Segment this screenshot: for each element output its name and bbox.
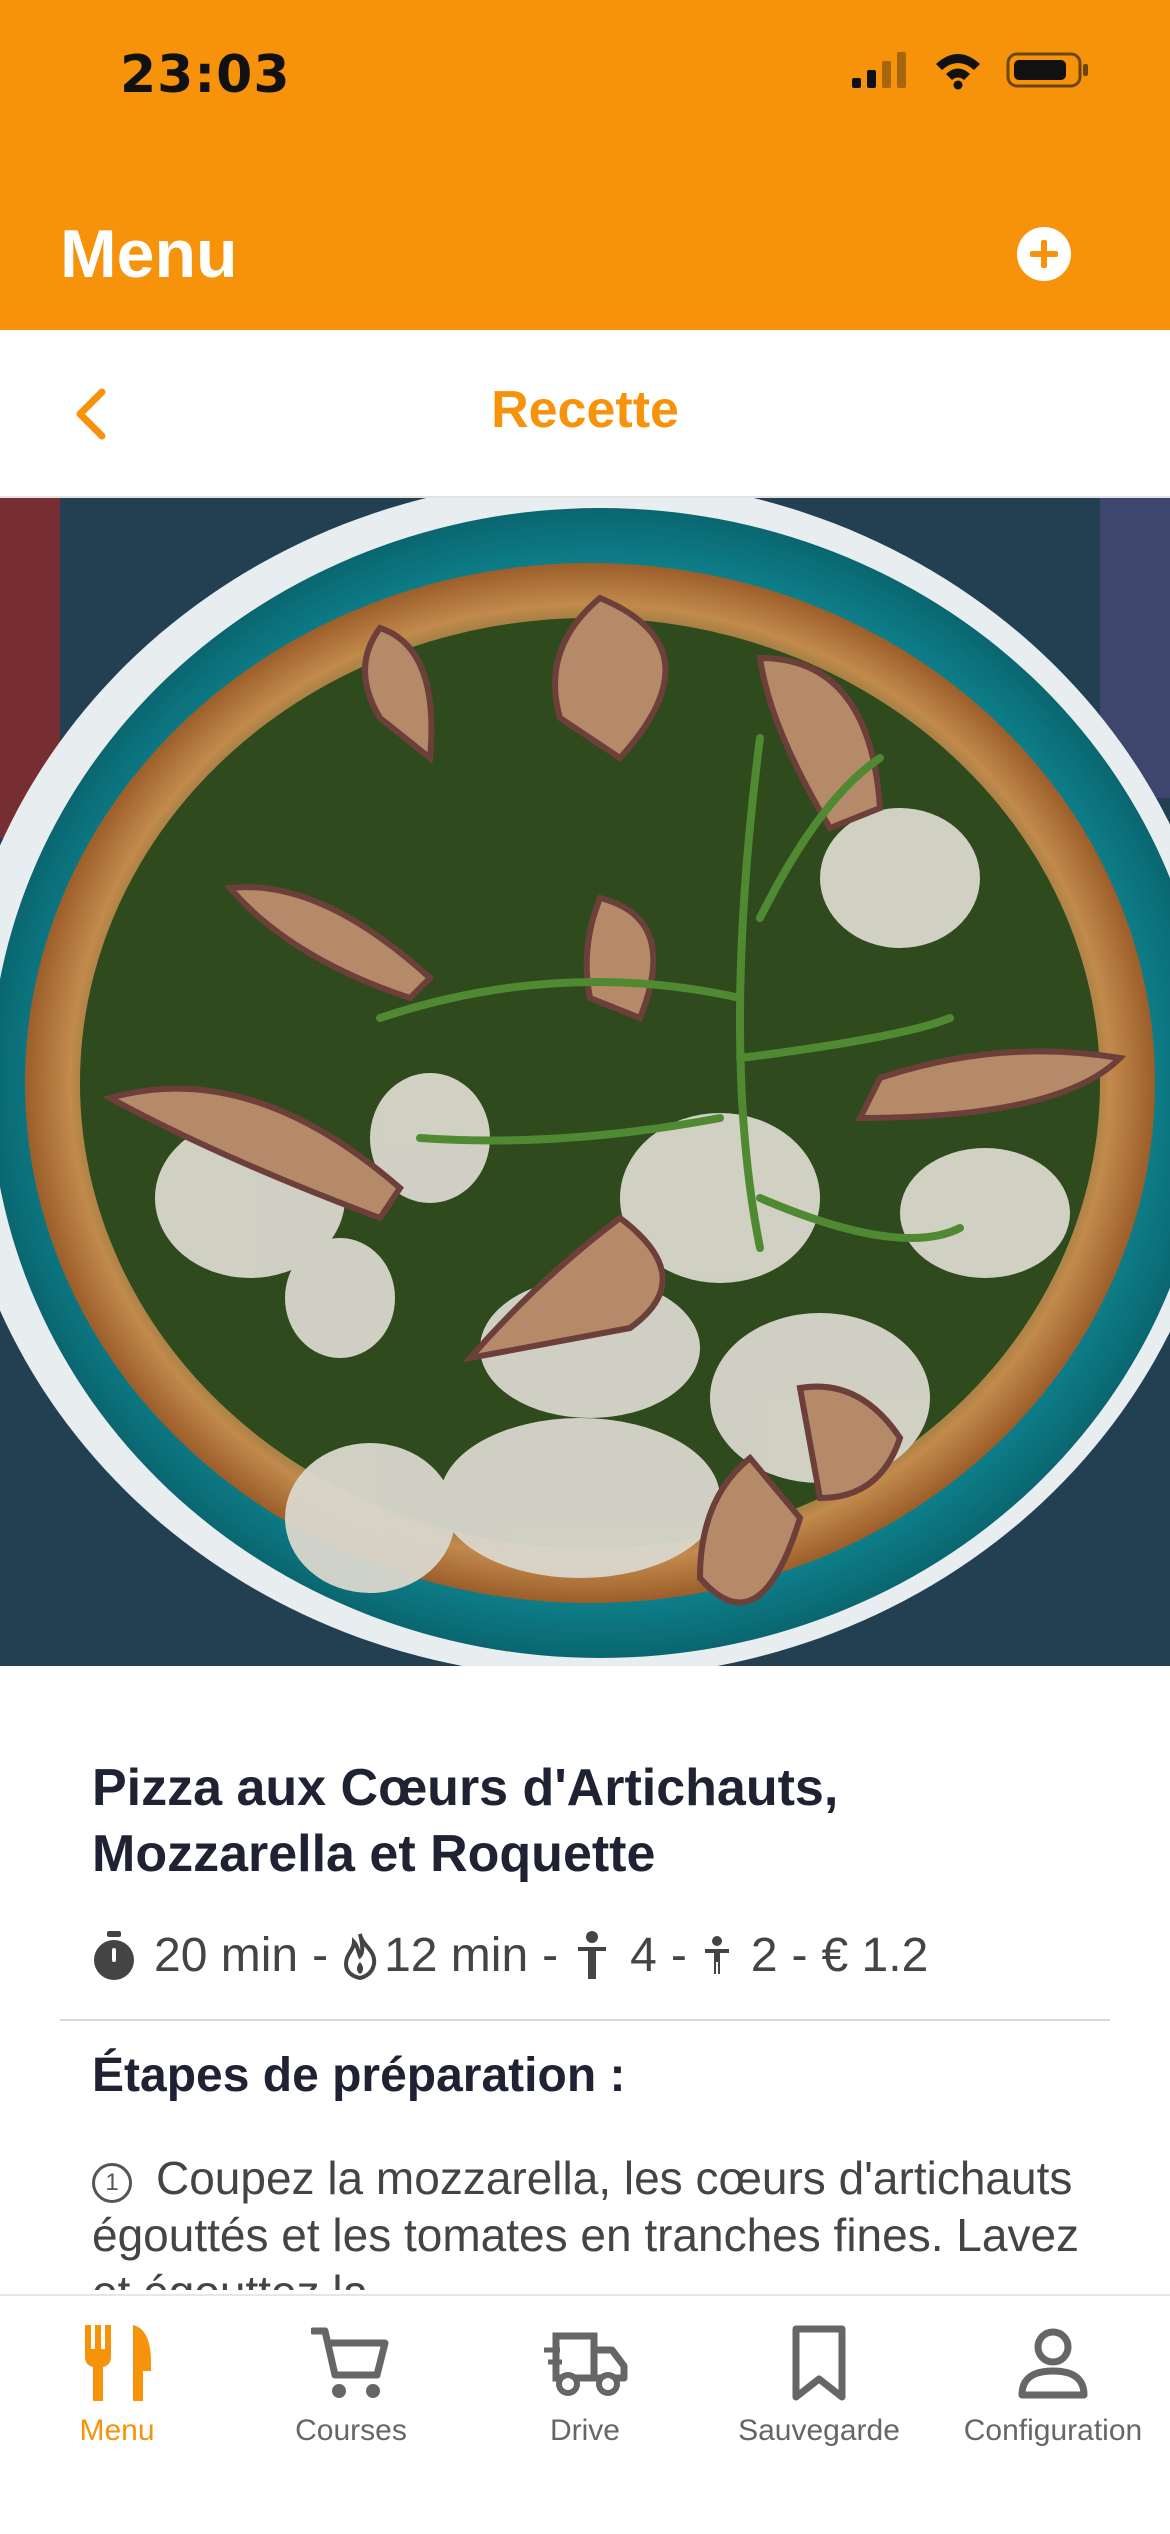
tab-sauvegarde[interactable]: Sauvegarde	[702, 2318, 936, 2448]
tab-menu[interactable]: Menu	[0, 2318, 234, 2448]
recipe-title: Pizza aux Cœurs d'Artichauts, Mozzarella…	[92, 1759, 839, 1883]
separator: -	[312, 1929, 329, 1982]
app-header: 23:03 Menu	[0, 0, 1170, 330]
adults-count: 4	[630, 1929, 657, 1982]
steps-heading: Étapes de préparation :	[92, 2049, 626, 2102]
recipe-meta: 20 min - 12 min - 4 - 2 - € 1.2	[92, 1928, 928, 1983]
step-item: 1 Coupez la mozzarella, les cœurs d'artic…	[92, 2150, 1092, 2290]
battery-icon	[1006, 52, 1088, 88]
navigation-bar: Recette	[0, 330, 1170, 498]
cart-icon	[311, 2327, 389, 2398]
tab-label: Menu	[79, 2414, 155, 2447]
tab-label: Sauvegarde	[738, 2414, 900, 2447]
status-time: 23:03	[120, 45, 291, 105]
separator: -	[791, 1929, 808, 1982]
page-title: Menu	[60, 216, 238, 292]
adult-icon	[578, 1930, 607, 1979]
user-icon	[1018, 2328, 1088, 2399]
stopwatch-icon	[94, 1930, 134, 1980]
step-text: Coupez la mozzarella, les cœurs d'artich…	[92, 2152, 1080, 2290]
tab-configuration[interactable]: Configuration	[936, 2318, 1170, 2448]
tab-courses[interactable]: Courses	[234, 2318, 468, 2448]
fork-knife-icon	[85, 2325, 151, 2401]
tab-drive[interactable]: Drive	[468, 2318, 702, 2448]
cook-time: 12 min	[384, 1929, 529, 1982]
separator: -	[670, 1929, 687, 1982]
signal-icon	[852, 52, 906, 88]
prep-time: 20 min	[154, 1929, 299, 1982]
price: € 1.2	[821, 1929, 929, 1982]
add-icon[interactable]	[1016, 226, 1072, 282]
tab-label: Courses	[295, 2414, 407, 2447]
tab-bar: Menu Courses Drive Sauvegarde Configurat…	[0, 2294, 1170, 2534]
divider	[60, 2019, 1110, 2021]
status-icons	[850, 50, 1090, 90]
tab-label: Configuration	[963, 2414, 1143, 2447]
tab-label: Drive	[549, 2414, 620, 2447]
separator: -	[542, 1929, 559, 1982]
children-count: 2	[750, 1929, 778, 1982]
flame-icon	[344, 1932, 377, 1980]
nav-title: Recette	[491, 381, 679, 439]
truck-icon	[544, 2332, 628, 2396]
step-number: 1	[92, 2162, 132, 2203]
child-icon	[704, 1935, 729, 1974]
wifi-icon	[936, 54, 980, 90]
recipe-image	[0, 498, 1170, 1666]
bookmark-icon	[792, 2325, 846, 2401]
